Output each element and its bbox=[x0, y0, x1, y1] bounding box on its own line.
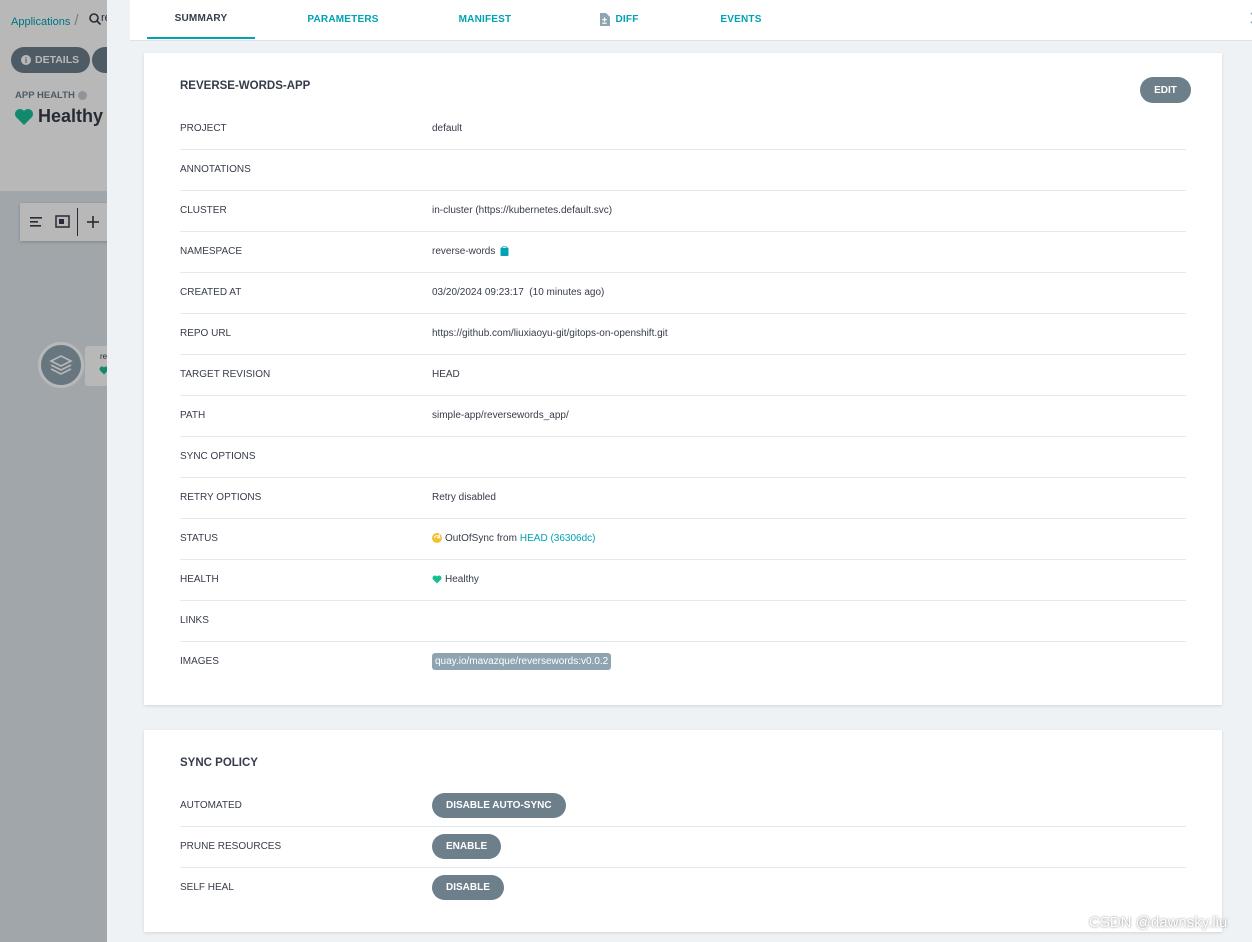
sync-revision-link[interactable]: HEAD (36306dc) bbox=[520, 533, 596, 544]
sync-from-text: from bbox=[496, 532, 517, 544]
cluster-value: in-cluster (https://kubernetes.default.s… bbox=[432, 204, 613, 216]
clipboard-icon[interactable] bbox=[500, 246, 509, 256]
links-label: LINKS bbox=[180, 614, 209, 626]
app-name-title: REVERSE-WORDS-APP bbox=[180, 80, 311, 92]
images-value-container: quay.io/mavazque/reversewords:v0.0.2 bbox=[432, 641, 612, 681]
tab-diff-label: DIFF bbox=[615, 14, 639, 25]
target-revision-link[interactable]: HEAD bbox=[432, 354, 460, 394]
tab-bar: SUMMARY PARAMETERS MANIFEST DIFF EVENTS bbox=[130, 0, 1252, 41]
retry-options-value: Retry disabled bbox=[432, 491, 496, 503]
cluster-label: CLUSTER bbox=[180, 204, 227, 216]
project-link[interactable]: default bbox=[432, 108, 462, 148]
enable-prune-button[interactable]: ENABLE bbox=[432, 833, 502, 859]
health-value-container: Healthy bbox=[432, 559, 479, 599]
tab-manifest[interactable]: MANIFEST bbox=[440, 0, 530, 39]
diff-file-icon bbox=[600, 13, 611, 26]
automated-label: AUTOMATED bbox=[180, 799, 242, 811]
retry-options-label: RETRY OPTIONS bbox=[180, 491, 262, 503]
namespace-label: NAMESPACE bbox=[180, 245, 243, 257]
summary-row-target-revision: TARGET REVISION HEAD bbox=[180, 354, 1186, 396]
images-label: IMAGES bbox=[180, 655, 219, 667]
status-value: OutOfSync from HEAD (36306dc) bbox=[432, 518, 596, 558]
summary-row-project: PROJECT default bbox=[180, 108, 1186, 150]
watermark: CSDN @dawnsky.liu bbox=[1089, 914, 1228, 931]
summary-row-path: PATH simple-app/reversewords_app/ bbox=[180, 395, 1186, 437]
sync-options-label: SYNC OPTIONS bbox=[180, 450, 256, 462]
namespace-value: reverse-words bbox=[432, 245, 496, 257]
sync-policy-title: SYNC POLICY bbox=[180, 757, 258, 769]
prune-resources-value: ENABLE bbox=[432, 826, 502, 866]
tab-events[interactable]: EVENTS bbox=[712, 0, 770, 39]
status-label: STATUS bbox=[180, 532, 218, 544]
summary-row-created-at: CREATED AT 03/20/2024 09:23:17 (10 minut… bbox=[180, 272, 1186, 314]
tab-summary[interactable]: SUMMARY bbox=[147, 0, 255, 39]
prune-resources-label: PRUNE RESOURCES bbox=[180, 840, 282, 852]
path-label: PATH bbox=[180, 409, 206, 421]
repo-url-link[interactable]: https://github.com/liuxiaoyu-git/gitops-… bbox=[432, 313, 668, 353]
sync-row-self-heal: SELF HEAL DISABLE bbox=[180, 867, 1186, 908]
summary-row-repo-url: REPO URL https://github.com/liuxiaoyu-gi… bbox=[180, 313, 1186, 355]
image-tag: quay.io/mavazque/reversewords:v0.0.2 bbox=[432, 652, 612, 670]
out-of-sync-icon bbox=[432, 533, 442, 543]
namespace-value-container: reverse-words bbox=[432, 231, 509, 271]
sync-state-text: OutOfSync bbox=[445, 532, 494, 544]
created-at-value: 03/20/2024 09:23:17 (10 minutes ago) bbox=[432, 286, 605, 298]
heart-icon bbox=[432, 575, 442, 583]
sync-policy-card: SYNC POLICY AUTOMATED DISABLE AUTO-SYNC … bbox=[144, 730, 1222, 932]
project-label: PROJECT bbox=[180, 122, 227, 134]
path-link[interactable]: simple-app/reversewords_app/ bbox=[432, 395, 569, 435]
edit-button[interactable]: EDIT bbox=[1140, 77, 1191, 103]
automated-value: DISABLE AUTO-SYNC bbox=[432, 785, 566, 825]
disable-auto-sync-button[interactable]: DISABLE AUTO-SYNC bbox=[432, 792, 566, 818]
sync-row-automated: AUTOMATED DISABLE AUTO-SYNC bbox=[180, 785, 1186, 827]
app-details-panel: SUMMARY PARAMETERS MANIFEST DIFF EVENTS … bbox=[107, 0, 1252, 942]
summary-row-status: STATUS OutOfSync from HEAD (36306dc) bbox=[180, 518, 1186, 560]
health-value: Healthy bbox=[445, 573, 479, 585]
target-revision-label: TARGET REVISION bbox=[180, 368, 271, 380]
annotations-label: ANNOTATIONS bbox=[180, 163, 251, 175]
self-heal-label: SELF HEAL bbox=[180, 881, 234, 893]
summary-row-retry-options: RETRY OPTIONS Retry disabled bbox=[180, 477, 1186, 519]
tab-parameters[interactable]: PARAMETERS bbox=[290, 0, 396, 39]
summary-row-images: IMAGES quay.io/mavazque/reversewords:v0.… bbox=[180, 641, 1186, 682]
summary-row-cluster: CLUSTER in-cluster (https://kubernetes.d… bbox=[180, 190, 1186, 232]
self-heal-value: DISABLE bbox=[432, 867, 504, 907]
summary-row-annotations: ANNOTATIONS bbox=[180, 149, 1186, 191]
tab-diff[interactable]: DIFF bbox=[590, 0, 648, 39]
summary-row-sync-options: SYNC OPTIONS bbox=[180, 436, 1186, 478]
sync-row-prune: PRUNE RESOURCES ENABLE bbox=[180, 826, 1186, 868]
summary-row-links: LINKS bbox=[180, 600, 1186, 642]
disable-self-heal-button[interactable]: DISABLE bbox=[432, 874, 504, 900]
summary-row-health: HEALTH Healthy bbox=[180, 559, 1186, 601]
summary-card: REVERSE-WORDS-APP EDIT PROJECT default A… bbox=[144, 53, 1222, 705]
health-label: HEALTH bbox=[180, 573, 219, 585]
summary-row-namespace: NAMESPACE reverse-words bbox=[180, 231, 1186, 273]
created-at-label: CREATED AT bbox=[180, 286, 242, 298]
repo-url-label: REPO URL bbox=[180, 327, 232, 339]
